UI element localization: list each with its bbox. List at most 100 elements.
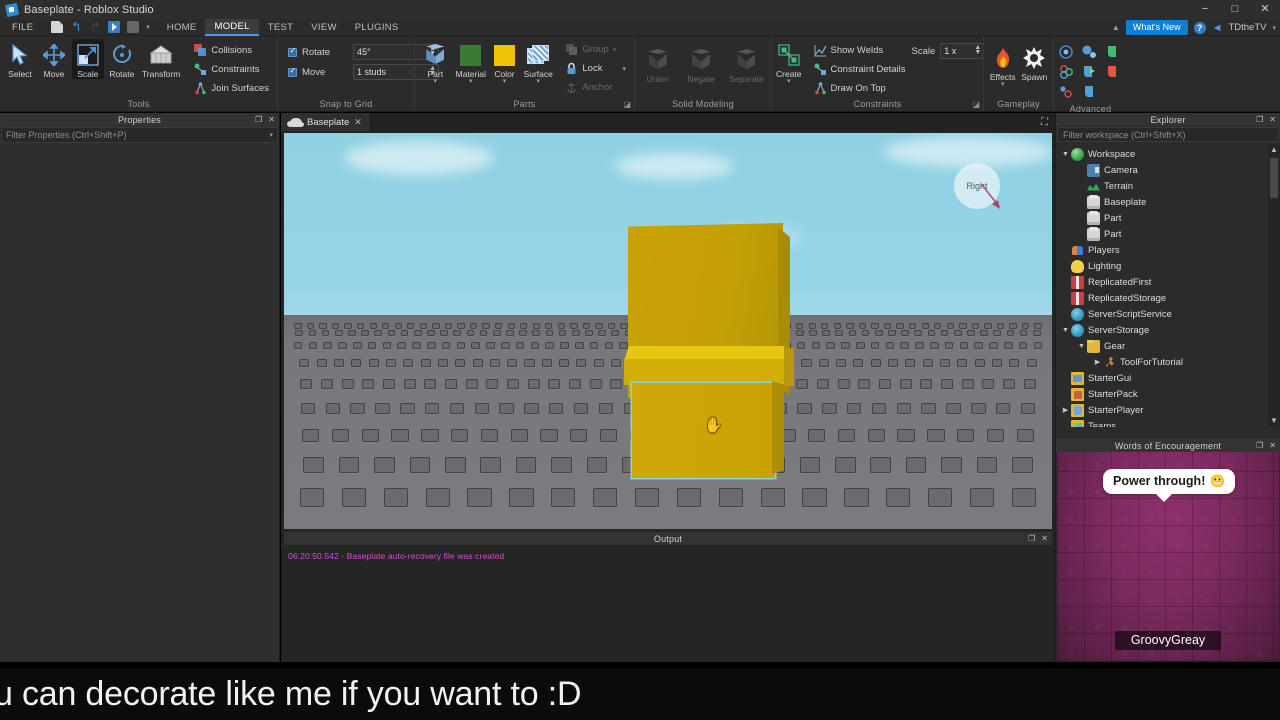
tool-transform-button[interactable]: Transform	[140, 39, 183, 79]
constraint-scale-input[interactable]: 1 x ▲ ▼	[940, 43, 985, 59]
output-close-icon[interactable]: ✕	[1041, 534, 1048, 543]
explorer-scroll-thumb[interactable]	[1270, 158, 1278, 198]
color-button[interactable]: Color ▾	[490, 39, 519, 87]
whats-new-button[interactable]: What's New	[1125, 20, 1188, 35]
explorer-undock-icon[interactable]: ❐	[1256, 115, 1263, 124]
explorer-node[interactable]: ▼ Workspace	[1056, 146, 1268, 162]
minimize-button[interactable]: −	[1190, 0, 1220, 19]
maximize-button[interactable]: □	[1220, 0, 1250, 19]
expand-arrow-icon[interactable]: ▶	[1060, 406, 1071, 414]
properties-filter-caret-icon[interactable]: ▾	[269, 131, 273, 139]
document-tab-close-icon[interactable]: ✕	[354, 117, 362, 128]
explorer-node[interactable]: Part	[1056, 210, 1268, 226]
registry-icon[interactable]	[1058, 84, 1080, 103]
collapse-ribbon-icon[interactable]: ▲	[1112, 23, 1120, 32]
localscript-icon[interactable]	[1081, 64, 1103, 83]
explorer-node[interactable]: Camera	[1056, 162, 1268, 178]
lock-button[interactable]: Lock ▾	[561, 59, 630, 78]
explorer-node[interactable]: Players	[1056, 242, 1268, 258]
negate-button[interactable]: Negate	[682, 44, 719, 84]
expand-arrow-icon[interactable]: ▶	[1092, 358, 1103, 366]
explorer-node[interactable]: StarterGui	[1056, 370, 1268, 386]
explorer-node[interactable]: ReplicatedFirst	[1056, 274, 1268, 290]
separate-button[interactable]: Separate	[726, 44, 767, 84]
runscript-icon[interactable]	[1081, 84, 1103, 103]
spawn-button[interactable]: Spawn	[1020, 42, 1050, 82]
material-dropdown-icon[interactable]: ▾	[469, 78, 473, 87]
properties-undock-icon[interactable]: ❐	[255, 115, 262, 124]
explorer-node[interactable]: ServerScriptService	[1056, 306, 1268, 322]
create-constraint-button[interactable]: Create ▾	[776, 39, 802, 87]
properties-filter-input[interactable]: Filter Properties (Ctrl+Shift+P) ▾	[1, 127, 278, 143]
play-icon[interactable]	[108, 21, 121, 33]
snap-move-checkbox[interactable]: Move	[288, 63, 346, 81]
woe-close-icon[interactable]: ✕	[1269, 441, 1276, 450]
output-log[interactable]: 06:20:50.542 - Baseplate auto-recovery f…	[284, 545, 1052, 662]
explorer-node[interactable]: Part	[1056, 226, 1268, 242]
collisions-toggle[interactable]: Collisions	[190, 41, 273, 60]
effects-dropdown-icon[interactable]: ▾	[1001, 81, 1005, 90]
output-undock-icon[interactable]: ❐	[1028, 534, 1035, 543]
tab-home[interactable]: HOME	[158, 19, 206, 36]
group-dropdown-icon[interactable]: ▾	[613, 46, 617, 54]
constraints-dialog-launcher-icon[interactable]: ◪	[972, 100, 980, 109]
lock-dropdown-icon[interactable]: ▾	[622, 65, 626, 73]
explorer-node[interactable]: StarterPack	[1056, 386, 1268, 402]
explorer-node[interactable]: Lighting	[1056, 258, 1268, 274]
explorer-scroll-up-icon[interactable]: ▲	[1268, 144, 1280, 156]
tab-model[interactable]: MODEL	[205, 18, 259, 36]
explorer-close-icon[interactable]: ✕	[1269, 115, 1276, 124]
surface-button[interactable]: Surface ▾	[521, 39, 555, 87]
woe-undock-icon[interactable]: ❐	[1256, 441, 1263, 450]
close-button[interactable]: ✕	[1250, 0, 1280, 19]
explorer-node[interactable]: Terrain	[1056, 178, 1268, 194]
3d-viewport[interactable]: ✋ Right	[284, 133, 1052, 529]
explorer-node[interactable]: ▶ ToolForTutorial	[1056, 354, 1268, 370]
constraint-details-toggle[interactable]: Constraint Details	[810, 60, 910, 79]
explorer-filter-input[interactable]: Filter workspace (Ctrl+Shift+X)	[1057, 127, 1279, 142]
user-account-label[interactable]: TDtheTV	[1228, 22, 1266, 33]
draw-on-top-toggle[interactable]: Draw On Top	[810, 79, 910, 98]
parts-dialog-launcher-icon[interactable]: ◪	[623, 100, 631, 109]
explorer-node[interactable]: ▼ ServerStorage	[1056, 322, 1268, 338]
expand-arrow-icon[interactable]: ▼	[1060, 151, 1071, 158]
expand-arrow-icon[interactable]: ▼	[1060, 327, 1071, 334]
user-caret-icon[interactable]: ▾	[1272, 24, 1276, 32]
redo-icon[interactable]: ↱	[89, 20, 101, 33]
union-button[interactable]: Union	[639, 44, 676, 84]
effects-button[interactable]: Effects ▾	[988, 42, 1018, 90]
tool-rotate-button[interactable]: Rotate	[106, 39, 138, 79]
new-document-icon[interactable]	[51, 21, 64, 33]
undo-icon[interactable]: ↰	[70, 20, 82, 33]
tool-move-button[interactable]: Move	[38, 39, 70, 79]
expand-arrow-icon[interactable]: ▼	[1076, 343, 1087, 350]
show-welds-toggle[interactable]: Show Welds	[810, 41, 910, 60]
explorer-scrollbar[interactable]: ▲ ▼	[1268, 144, 1280, 427]
quick-access-caret-icon[interactable]: ▾	[146, 23, 150, 31]
color-dropdown-icon[interactable]: ▾	[503, 78, 507, 87]
file-menu[interactable]: FILE	[0, 22, 43, 33]
model-settings-icon[interactable]	[1058, 44, 1080, 63]
part-dropdown-icon[interactable]: ▾	[434, 78, 438, 87]
explorer-node[interactable]: Baseplate	[1056, 194, 1268, 210]
tool-select-button[interactable]: Select	[4, 39, 36, 79]
tool-scale-button[interactable]: Scale	[71, 39, 104, 79]
surface-dropdown-icon[interactable]: ▾	[536, 78, 540, 87]
explorer-node[interactable]: ▼ Gear	[1056, 338, 1268, 354]
constraints-toggle[interactable]: Constraints	[190, 60, 273, 79]
anchor-button[interactable]: Anchor	[561, 78, 630, 97]
tab-view[interactable]: VIEW	[302, 19, 345, 36]
explorer-node[interactable]: Teams	[1056, 418, 1268, 427]
scale-stepper-icon[interactable]: ▲ ▼	[974, 44, 981, 56]
group-button[interactable]: Group ▾	[561, 40, 630, 59]
create-dropdown-icon[interactable]: ▾	[787, 78, 791, 87]
explorer-scroll-down-icon[interactable]: ▼	[1268, 415, 1280, 427]
snap-rotate-checkbox[interactable]: Rotate	[288, 43, 346, 61]
explorer-node[interactable]: ReplicatedStorage	[1056, 290, 1268, 306]
share-icon[interactable]: ◄	[1212, 22, 1223, 34]
script-icon[interactable]	[1104, 44, 1126, 63]
join-surfaces-toggle[interactable]: Join Surfaces	[190, 79, 273, 98]
fullscreen-viewport-icon[interactable]: ⛶	[1034, 113, 1055, 131]
explorer-node[interactable]: ▶ StarterPlayer	[1056, 402, 1268, 418]
part-button[interactable]: Part ▾	[419, 39, 452, 87]
